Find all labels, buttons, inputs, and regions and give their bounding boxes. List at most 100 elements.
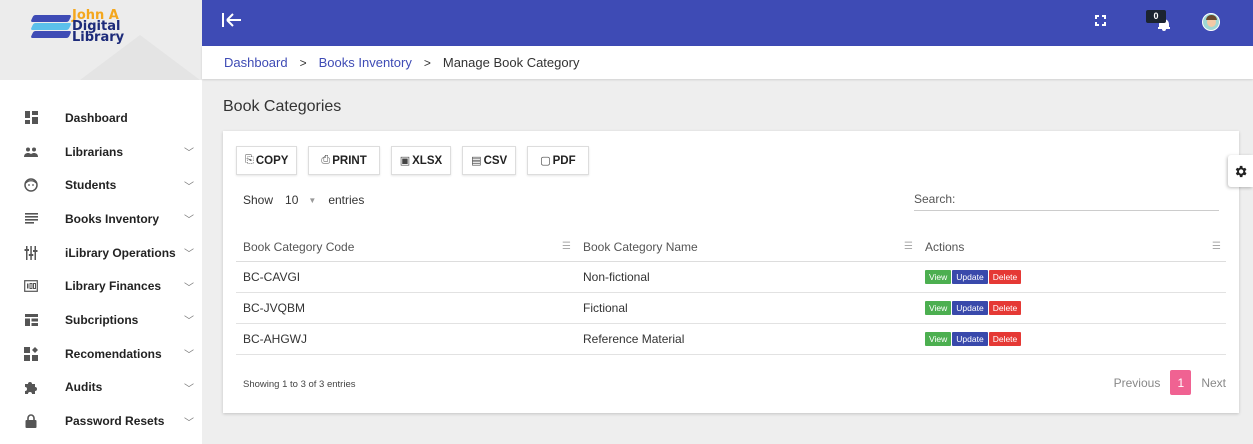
sidebar-nav: Dashboard Librarians ﹀ Students ﹀ Books … (0, 101, 202, 438)
delete-button[interactable]: Delete (988, 270, 1022, 284)
export-buttons: ⎘ COPY ⎙ PRINT ▣ XLSX ▤ CSV ▢ PDF (236, 146, 600, 175)
library-logo[interactable]: John A Digital Library (30, 9, 125, 45)
settings-gear-icon[interactable] (1228, 155, 1253, 187)
collapse-sidebar-icon[interactable] (222, 12, 242, 32)
sidebar-item-label: Books Inventory (65, 211, 160, 226)
view-button[interactable]: View (925, 301, 952, 315)
table-info: Showing 1 to 3 of 3 entries (243, 379, 356, 390)
sidebar-item-label: Audits (65, 380, 103, 395)
sidebar-item-label: Recomendations (65, 346, 162, 361)
column-header-name[interactable]: Book Category Name ☰ (576, 233, 918, 262)
sidebar-item-books-inventory[interactable]: Books Inventory ﹀ (0, 202, 202, 236)
print-icon: ⎙ (321, 154, 331, 166)
sidebar-item-dashboard[interactable]: Dashboard (0, 101, 202, 135)
update-button[interactable]: Update (952, 301, 988, 315)
pdf-button[interactable]: ▢ PDF (527, 146, 589, 175)
sidebar-item-library-finances[interactable]: Library Finances ﹀ (0, 269, 202, 303)
actions-cell: View Update Delete (918, 261, 1226, 293)
sidebar-item-subcriptions[interactable]: Subcriptions ﹀ (0, 303, 202, 337)
copy-button[interactable]: ⎘ COPY (236, 146, 298, 175)
sort-icon: ☰ (904, 241, 913, 252)
xlsx-file-icon: ▣ (399, 155, 411, 167)
pagination: Previous 1 Next (1114, 370, 1226, 395)
breadcrumb-books-inventory-link[interactable]: Books Inventory (319, 55, 412, 70)
tune-icon (24, 245, 38, 260)
entries-length-control: Show 10 ▼ entries (243, 193, 364, 207)
sidebar-item-password-resets[interactable]: Password Resets ﹀ (0, 404, 202, 438)
category-code-cell: BC-AHGWJ (236, 323, 576, 355)
dropdown-arrow-icon: ▼ (308, 195, 317, 205)
sidebar-item-label: Students (65, 178, 117, 193)
column-header-actions[interactable]: Actions ☰ (918, 233, 1226, 262)
chevron-down-icon: ﹀ (184, 417, 194, 429)
csv-file-icon: ▤ (471, 155, 482, 167)
actions-cell: View Update Delete (918, 323, 1226, 355)
xlsx-button[interactable]: ▣ XLSX (390, 146, 452, 175)
books-logo-icon (30, 13, 72, 41)
logo-line-3: Library (72, 30, 125, 45)
delete-button[interactable]: Delete (988, 301, 1022, 315)
top-app-bar: 0 (202, 0, 1253, 46)
people-icon (24, 145, 38, 159)
search-input[interactable]: Search: (914, 190, 1219, 211)
update-button[interactable]: Update (952, 270, 988, 284)
column-header-code[interactable]: Book Category Code ☰ (236, 233, 576, 262)
csv-button[interactable]: ▤ CSV (462, 146, 517, 175)
table-row: BC-AHGWJ Reference Material View Update De… (236, 323, 1226, 355)
view-button[interactable]: View (925, 270, 952, 284)
sidebar-item-label: Dashboard (65, 110, 128, 125)
table-header-row: Book Category Code ☰ Book Category Name … (236, 233, 1226, 262)
chevron-down-icon: ﹀ (184, 383, 194, 395)
csv-button-label: CSV (483, 154, 508, 167)
column-header-label: Book Category Code (243, 239, 355, 254)
notification-count-badge: 0 (1146, 10, 1166, 23)
update-button[interactable]: Update (952, 332, 988, 346)
category-name-cell: Fictional (576, 292, 918, 324)
sidebar-item-audits[interactable]: Audits ﹀ (0, 371, 202, 405)
chevron-down-icon: ﹀ (184, 350, 194, 362)
column-header-label: Book Category Name (583, 239, 698, 254)
next-page-button[interactable]: Next (1201, 376, 1226, 390)
sort-icon: ☰ (1212, 241, 1221, 252)
dashboard-icon (24, 111, 38, 125)
print-button[interactable]: ⎙ PRINT (308, 146, 380, 175)
chevron-down-icon: ﹀ (184, 148, 194, 160)
sidebar: John A Digital Library Dashboard Librari… (0, 0, 202, 444)
breadcrumb: Dashboard > Books Inventory > Manage Boo… (202, 46, 1253, 79)
entries-length-select[interactable]: 10 ▼ (285, 193, 316, 207)
delete-button[interactable]: Delete (988, 332, 1022, 346)
pdf-button-label: PDF (552, 154, 576, 167)
chevron-down-icon: ﹀ (184, 215, 194, 227)
breadcrumb-separator-icon: > (423, 55, 431, 70)
chevron-down-icon: ﹀ (184, 282, 194, 294)
view-button[interactable]: View (925, 332, 952, 346)
sidebar-item-label: Subcriptions (65, 312, 139, 327)
chevron-down-icon: ﹀ (184, 181, 194, 193)
user-avatar[interactable] (1202, 13, 1220, 31)
table-row: BC-CAVGI Non-fictional View Update Delete (236, 261, 1226, 293)
copy-icon: ⎘ (245, 154, 254, 166)
actions-cell: View Update Delete (918, 292, 1226, 324)
copy-button-label: COPY (255, 154, 289, 167)
page-1-button[interactable]: 1 (1170, 370, 1192, 395)
sidebar-item-librarians[interactable]: Librarians ﹀ (0, 135, 202, 169)
sidebar-item-students[interactable]: Students ﹀ (0, 168, 202, 202)
logo-area: John A Digital Library (0, 0, 202, 80)
chevron-down-icon: ﹀ (184, 249, 194, 261)
logo-text: John A Digital Library (72, 9, 125, 45)
xlsx-button-label: XLSX (412, 154, 443, 167)
book-categories-card: ⎘ COPY ⎙ PRINT ▣ XLSX ▤ CSV ▢ PDF Show 1… (223, 131, 1239, 413)
category-code-cell: BC-CAVGI (236, 261, 576, 293)
pdf-file-icon: ▢ (540, 155, 551, 167)
puzzle-icon (24, 380, 38, 395)
category-name-cell: Reference Material (576, 323, 918, 355)
fullscreen-icon[interactable] (1095, 15, 1106, 26)
breadcrumb-separator-icon: > (299, 55, 307, 70)
sidebar-item-label: Password Resets (65, 414, 165, 429)
previous-page-button[interactable]: Previous (1114, 376, 1161, 390)
sidebar-item-recomendations[interactable]: Recomendations ﹀ (0, 337, 202, 371)
sidebar-item-ilibrary-operations[interactable]: iLibrary Operations ﹀ (0, 236, 202, 270)
breadcrumb-dashboard-link[interactable]: Dashboard (224, 55, 288, 70)
sidebar-item-label: Library Finances (65, 279, 162, 294)
lock-icon (24, 414, 38, 429)
